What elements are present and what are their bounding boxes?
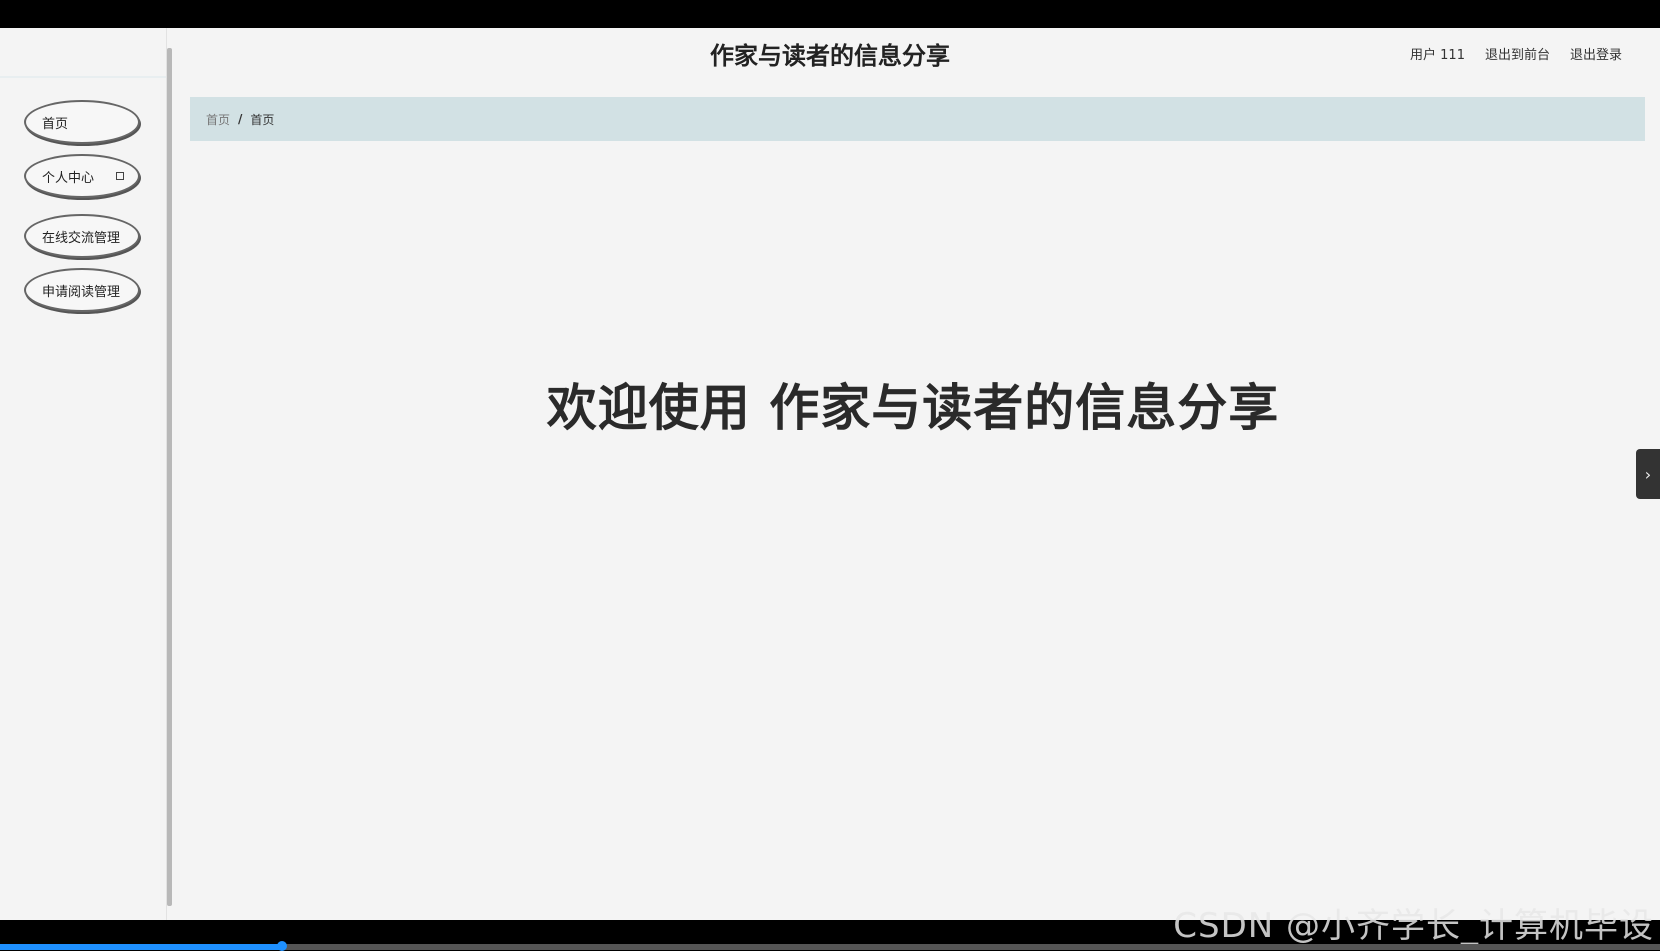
- user-name: 用户 111: [1410, 48, 1465, 63]
- video-progress-fill: [0, 944, 283, 950]
- sidebar-item-reading-request-management[interactable]: 申请阅读管理: [24, 268, 140, 312]
- sidebar-logo-area: [0, 28, 166, 78]
- sidebar-item-personal-center[interactable]: 个人中心: [24, 154, 140, 198]
- video-top-letterbox: [0, 0, 1660, 28]
- watermark: CSDN @小齐学长_计算机毕设: [1173, 906, 1654, 946]
- sidebar-item-label: 个人中心: [42, 170, 95, 186]
- sidebar-item-label: 在线交流管理: [42, 230, 121, 246]
- sidebar-item-home[interactable]: 首页: [24, 100, 140, 144]
- sidebar: 首页 个人中心 在线交流管理 申请阅读管理: [0, 28, 167, 920]
- breadcrumb-item-home[interactable]: 首页: [206, 111, 230, 128]
- submenu-indicator-icon: [116, 172, 124, 180]
- sidebar-item-label: 申请阅读管理: [42, 284, 121, 300]
- header-user-links: 用户 111 退出到前台 退出登录: [1410, 44, 1622, 63]
- sidebar-scrollbar[interactable]: [167, 48, 172, 906]
- app-title: 作家与读者的信息分享: [710, 42, 950, 70]
- sidebar-item-label: 首页: [42, 116, 69, 132]
- chevron-right-icon: ›: [1644, 464, 1652, 484]
- sidebar-item-online-chat-management[interactable]: 在线交流管理: [24, 214, 140, 258]
- breadcrumb-separator: /: [238, 112, 243, 126]
- exit-to-frontend-link[interactable]: 退出到前台: [1485, 44, 1550, 63]
- breadcrumb-item-current: 首页: [250, 112, 275, 127]
- breadcrumb: 首页 / 首页: [190, 97, 1645, 141]
- video-progress-bar[interactable]: [0, 941, 1660, 951]
- side-panel-toggle-button[interactable]: ›: [1636, 449, 1660, 499]
- welcome-heading: 欢迎使用 作家与读者的信息分享: [546, 379, 1280, 437]
- logout-link[interactable]: 退出登录: [1570, 44, 1622, 63]
- app-screen: 首页 个人中心 在线交流管理 申请阅读管理 作家与读者的信息分享 用户 111 …: [0, 28, 1660, 920]
